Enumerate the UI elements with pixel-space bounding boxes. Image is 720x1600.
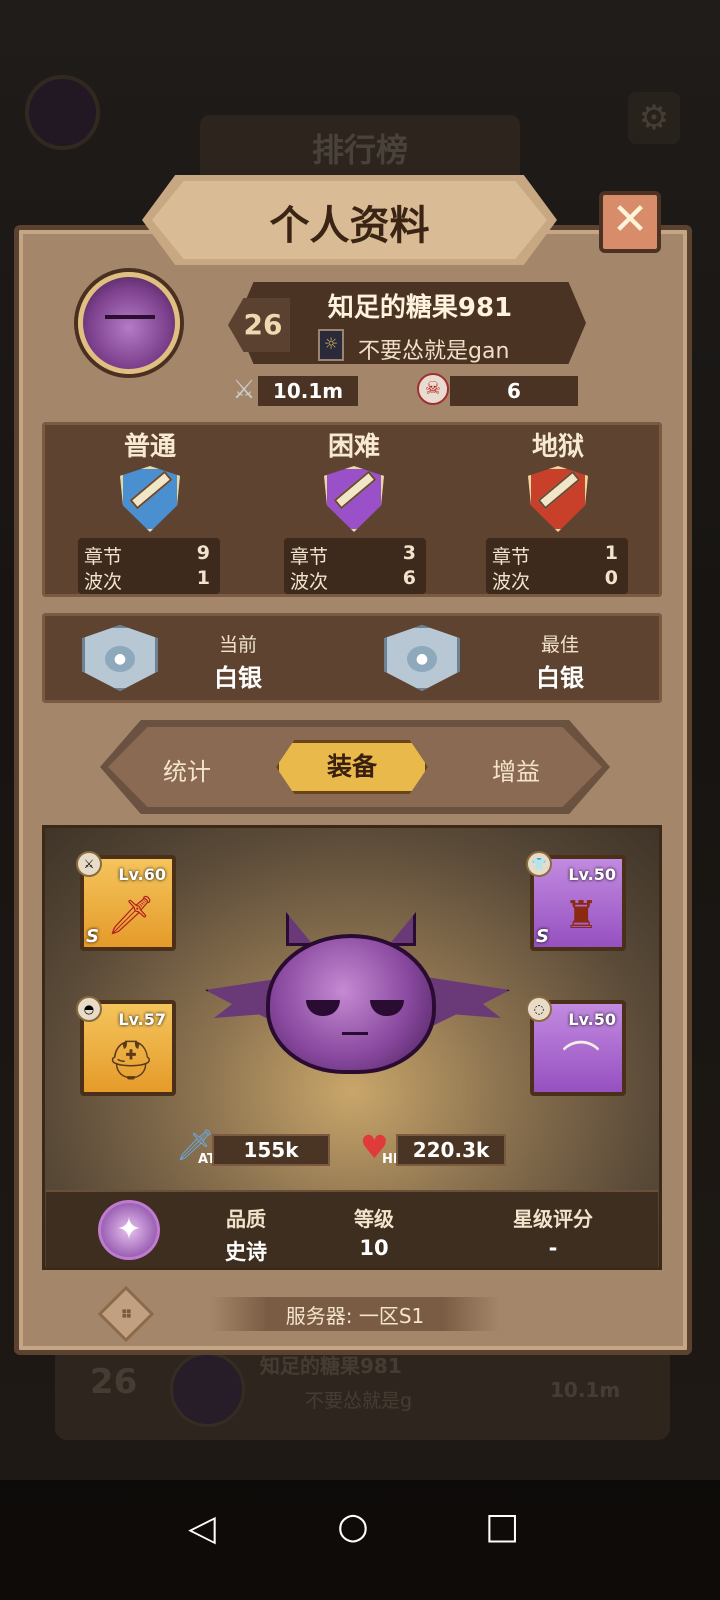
kills-value: 6 <box>450 376 578 406</box>
progress-box: 章节 3 波次 6 <box>284 538 426 594</box>
crossed-swords-icon: ⚔ <box>232 375 256 405</box>
wave-value: 0 <box>604 567 618 589</box>
wave-value: 1 <box>196 567 210 589</box>
item-level: Lv.50 <box>568 865 616 884</box>
player-name: 知足的糖果981 <box>327 293 513 323</box>
best-rank-label: 最佳 <box>540 634 579 656</box>
wave-label: 波次 <box>290 571 329 593</box>
level-value: 10 <box>359 1236 389 1260</box>
guild-banner-icon: ☼ <box>318 329 344 361</box>
difficulty-title: 地狱 <box>531 432 584 462</box>
star-quality-icon: ✦ <box>98 1200 160 1260</box>
item-level: Lv.60 <box>118 865 166 884</box>
close-button[interactable]: ✕ <box>599 191 661 253</box>
pet-slime <box>266 934 436 1074</box>
level-label: 等级 <box>354 1207 394 1231</box>
star-rating-label: 星级评分 <box>513 1207 593 1231</box>
armor-slot-icon: 👕 <box>526 851 552 877</box>
tab-buffs[interactable]: 增益 <box>456 752 576 787</box>
necklace-icon: ⌒ <box>561 1038 600 1082</box>
rarity-badge: S <box>536 926 549 947</box>
weapon-slot-icon: ⚔ <box>76 851 102 877</box>
necklace-slot-icon: ◌ <box>526 996 552 1022</box>
server-label: 服务器: 一区S1 <box>285 1304 425 1328</box>
sword-icon: 🗡 <box>106 893 156 937</box>
star-rating-value: - <box>548 1236 558 1260</box>
current-rank-label: 当前 <box>218 634 257 656</box>
equipment-slot-armor[interactable]: 👕 Lv.50 ♜ S <box>526 851 626 951</box>
helmet-slot-icon: ◓ <box>76 996 102 1022</box>
chapter-label: 章节 <box>290 546 329 568</box>
system-navbar: ◁ ○ □ <box>0 1480 720 1600</box>
chapter-value: 1 <box>604 542 618 564</box>
current-rank-value: 白银 <box>214 664 262 692</box>
helmet-icon: ⛑ <box>106 1038 156 1082</box>
best-rank-value: 白银 <box>536 664 584 692</box>
wave-label: 波次 <box>84 571 123 593</box>
dialog-title-banner: 个人资料 <box>142 165 557 275</box>
difficulty-normal: 普通 章节 9 波次 1 <box>70 424 270 599</box>
armor-icon: ♜ <box>563 893 599 937</box>
progress-box: 章节 9 波次 1 <box>78 538 220 594</box>
back-button[interactable]: ◁ <box>172 1508 232 1549</box>
dialog-title: 个人资料 <box>269 203 430 249</box>
difficulty-title: 普通 <box>123 432 176 462</box>
difficulty-title: 困难 <box>327 432 380 462</box>
chapter-value: 9 <box>196 542 210 564</box>
avatar <box>78 272 180 374</box>
hp-value: 220.3k <box>396 1134 506 1166</box>
rarity-badge: S <box>86 926 99 947</box>
chapter-value: 3 <box>402 542 416 564</box>
quality-label: 品质 <box>226 1207 266 1231</box>
wave-value: 6 <box>402 567 416 589</box>
equipment-slot-weapon[interactable]: ⚔ Lv.60 🗡 S <box>76 851 176 951</box>
difficulty-hard: 困难 章节 3 波次 6 <box>274 424 474 599</box>
item-level: Lv.57 <box>118 1010 166 1029</box>
tab-stats[interactable]: 统计 <box>127 752 247 787</box>
equipment-slot-helmet[interactable]: ◓ Lv.57 ⛑ <box>76 996 176 1096</box>
recent-apps-button[interactable]: □ <box>472 1506 532 1547</box>
tab-equipment[interactable]: 装备 <box>276 740 428 794</box>
chapter-label: 章节 <box>492 546 531 568</box>
progress-box: 章节 1 波次 0 <box>486 538 628 594</box>
equipment-slot-necklace[interactable]: ◌ Lv.50 ⌒ <box>526 996 626 1096</box>
wave-label: 波次 <box>492 571 531 593</box>
power-value: 10.1m <box>258 376 358 406</box>
item-level: Lv.50 <box>568 1010 616 1029</box>
skull-icon: ☠ <box>417 373 449 405</box>
difficulty-hell: 地狱 章节 1 波次 0 <box>478 424 678 599</box>
quality-value: 史诗 <box>225 1240 267 1264</box>
chapter-label: 章节 <box>84 546 123 568</box>
home-button[interactable]: ○ <box>323 1506 383 1547</box>
guild-name: 不要怂就是gan <box>358 339 510 364</box>
atk-value: 155k <box>212 1134 330 1166</box>
